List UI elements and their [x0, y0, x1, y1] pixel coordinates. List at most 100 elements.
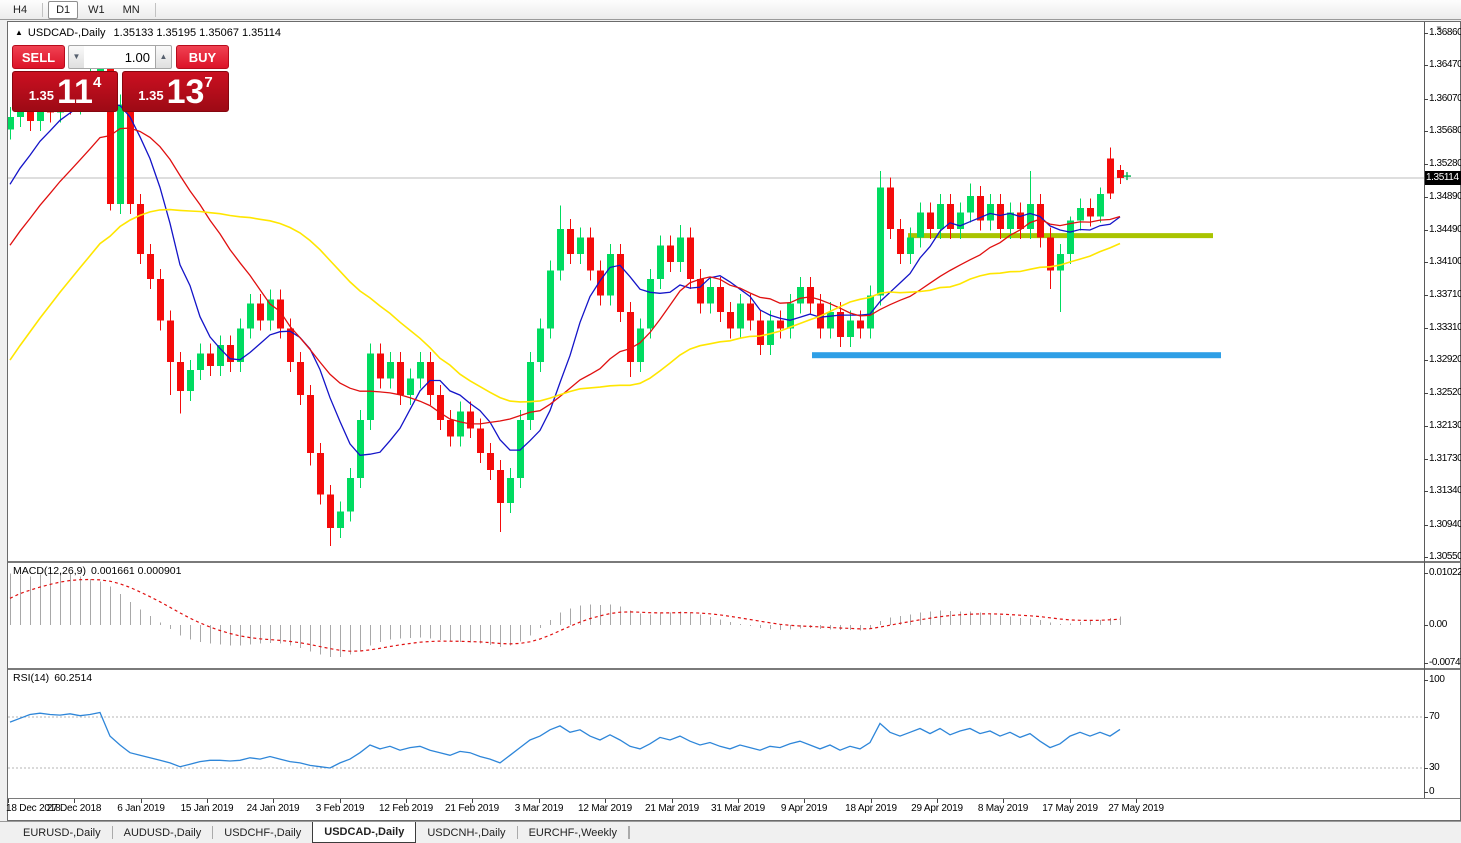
- macd-label: MACD(12,26,9)0.001661 0.000901: [13, 565, 186, 577]
- date-axis-label: 8 May 2019: [971, 803, 1035, 814]
- price-axis-label: 1.36470: [1429, 59, 1461, 70]
- chart-tab-usdchf[interactable]: USDCHF-,Daily: [213, 822, 312, 843]
- date-axis-label: 27 Dec 2018: [42, 803, 106, 814]
- candle-body: [447, 420, 454, 437]
- macd-indicator-canvas[interactable]: [8, 563, 1424, 668]
- candle-body: [647, 279, 654, 329]
- toolbar-separator: [155, 3, 156, 17]
- candle-body: [697, 279, 704, 304]
- date-axis-label: 24 Jan 2019: [241, 803, 305, 814]
- price-axis-label: 1.33710: [1429, 289, 1461, 300]
- candle-body: [1097, 194, 1104, 216]
- candle-body: [927, 212, 934, 229]
- rsi-axis-tick: [1424, 768, 1428, 769]
- price-axis-tick: [1424, 393, 1428, 394]
- candle-body: [757, 320, 764, 345]
- price-axis-label: 1.33310: [1429, 322, 1461, 333]
- ask-price-prefix: 1.35: [138, 88, 163, 103]
- price-axis-tick: [1424, 197, 1428, 198]
- bid-price-panel[interactable]: 1.35 11 4: [12, 71, 118, 112]
- candle-body: [807, 287, 814, 304]
- candle-body: [567, 229, 574, 254]
- candle-body: [417, 362, 424, 379]
- candle-body: [557, 229, 564, 271]
- price-axis-tick: [1424, 557, 1428, 558]
- candle-body: [1117, 170, 1124, 178]
- candle-body: [177, 362, 184, 391]
- bid-price-big: 11: [57, 77, 93, 107]
- candle-body: [507, 478, 514, 503]
- rsi-indicator-canvas[interactable]: [8, 670, 1424, 798]
- ask-price-panel[interactable]: 1.35 13 7: [122, 71, 229, 112]
- buy-button[interactable]: BUY: [176, 45, 229, 69]
- price-axis-label: 1.32920: [1429, 354, 1461, 365]
- candle-body: [547, 271, 554, 329]
- macd-axis-label: 0.00: [1429, 619, 1447, 630]
- ask-price-pipette: 7: [204, 74, 212, 91]
- candle-body: [897, 229, 904, 254]
- timeframe-button-mn[interactable]: MN: [115, 1, 148, 19]
- date-axis-label: 3 Mar 2019: [507, 803, 571, 814]
- date-axis-border: [8, 798, 1460, 799]
- moving-average-17: [10, 128, 1120, 424]
- candle-body: [307, 395, 314, 453]
- candle-body: [787, 304, 794, 329]
- candle-body: [637, 329, 644, 362]
- price-axis-label: 1.32130: [1429, 420, 1461, 431]
- timeframe-button-h4[interactable]: H4: [5, 1, 35, 19]
- date-axis-label: 6 Jan 2019: [109, 803, 173, 814]
- candle-body: [1057, 254, 1064, 271]
- timeframe-button-d1[interactable]: D1: [48, 1, 78, 19]
- chart-tab-usdcnh[interactable]: USDCNH-,Daily: [416, 822, 516, 843]
- chart-tab-usdcad[interactable]: USDCAD-,Daily: [312, 822, 416, 843]
- candle-body: [277, 300, 284, 329]
- volume-decrease-icon[interactable]: ▼: [68, 45, 85, 69]
- macd-axis-tick: [1424, 625, 1428, 626]
- price-axis-tick: [1424, 328, 1428, 329]
- candle-body: [477, 428, 484, 453]
- candle-body: [197, 354, 204, 371]
- date-axis-label: 21 Feb 2019: [440, 803, 504, 814]
- moving-average-8: [10, 95, 1120, 456]
- collapse-icon[interactable]: ▲: [15, 28, 23, 37]
- chart-tabs-bar: EURUSD-,DailyAUDUSD-,DailyUSDCHF-,DailyU…: [0, 821, 1461, 843]
- chart-symbol-label: USDCAD-,Daily: [28, 27, 106, 39]
- candle-body: [187, 370, 194, 391]
- price-axis-label: 1.31340: [1429, 485, 1461, 496]
- candle-body: [907, 237, 914, 254]
- current-price-tag: 1.35114: [1425, 171, 1461, 185]
- candle-body: [137, 204, 144, 254]
- chart-window: ▲USDCAD-,Daily1.35133 1.35195 1.35067 1.…: [7, 21, 1461, 821]
- candle-body: [1067, 221, 1074, 254]
- sell-button[interactable]: SELL: [12, 45, 65, 69]
- timeframe-button-w1[interactable]: W1: [80, 1, 113, 19]
- candle-body: [207, 354, 214, 366]
- candle-body: [937, 204, 944, 229]
- candle-body: [117, 104, 124, 204]
- rsi-axis-label: 0: [1429, 786, 1434, 797]
- price-axis-tick: [1424, 525, 1428, 526]
- candle-body: [877, 187, 884, 295]
- price-axis-tick: [1424, 262, 1428, 263]
- candle-body: [267, 300, 274, 321]
- volume-input[interactable]: [84, 45, 156, 69]
- date-axis-label: 3 Feb 2019: [308, 803, 372, 814]
- candle-body: [797, 287, 804, 304]
- chart-tab-audusd[interactable]: AUDUSD-,Daily: [113, 822, 213, 843]
- candle-body: [297, 362, 304, 395]
- candle-body: [487, 453, 494, 470]
- ask-price-big: 13: [167, 77, 205, 107]
- candle-body: [617, 254, 624, 312]
- volume-increase-icon[interactable]: ▲: [155, 45, 172, 69]
- candle-body: [847, 320, 854, 337]
- price-axis-tick: [1424, 164, 1428, 165]
- chart-tab-eurchf[interactable]: EURCHF-,Weekly: [518, 822, 628, 843]
- candle-body: [577, 237, 584, 254]
- price-axis-label: 1.36070: [1429, 93, 1461, 104]
- candle-body: [167, 320, 174, 362]
- chart-tab-eurusd[interactable]: EURUSD-,Daily: [12, 822, 112, 843]
- macd-axis-tick: [1424, 573, 1428, 574]
- candle-body: [377, 354, 384, 379]
- candle-body: [457, 412, 464, 437]
- resistance-line: [908, 233, 1213, 238]
